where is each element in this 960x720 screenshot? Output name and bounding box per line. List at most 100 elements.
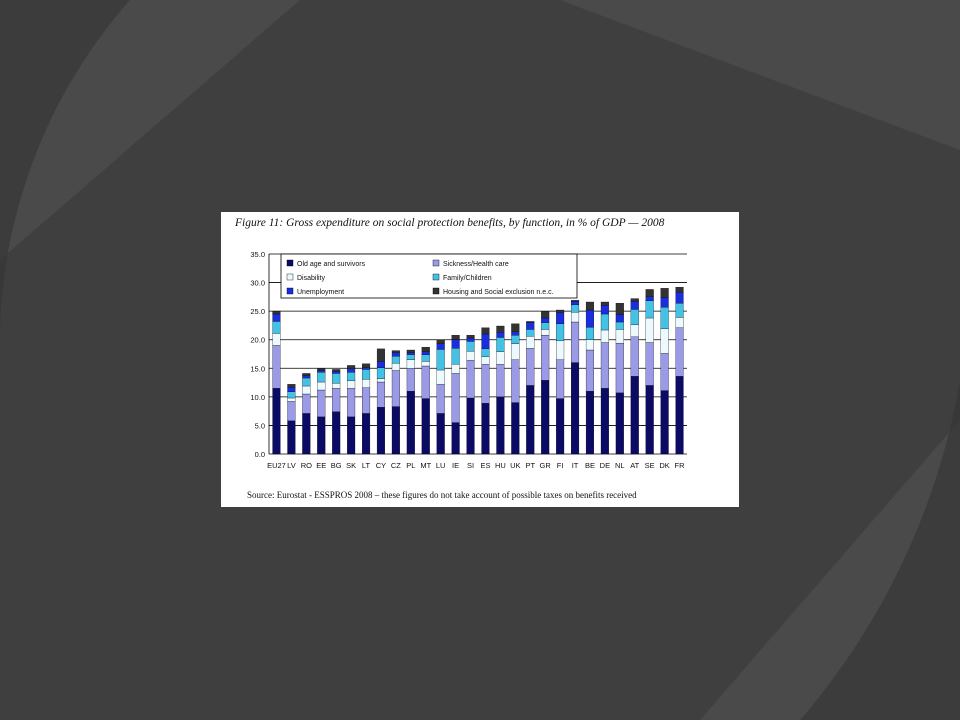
bar-segment (466, 397, 475, 455)
bar-segment (556, 323, 565, 342)
bar-segment (511, 323, 520, 332)
bar-segment (332, 370, 341, 374)
bar-segment (302, 385, 311, 395)
bar-segment (466, 341, 475, 352)
bar-segment (362, 369, 371, 380)
bar-segment (272, 310, 281, 315)
x-tick-label: GR (540, 461, 552, 470)
bar-segment (556, 309, 565, 314)
bar-segment (451, 339, 460, 349)
bar-segment (406, 352, 415, 355)
bar-segment (675, 302, 684, 318)
bar-segment (630, 336, 639, 377)
bar-segment (675, 292, 684, 304)
bar-segment (585, 339, 594, 351)
y-tick-label: 10.0 (250, 393, 265, 402)
y-tick-label: 15.0 (250, 364, 265, 373)
bar-segment (481, 356, 490, 365)
bar-segment (481, 364, 490, 404)
bar-segment (556, 312, 565, 324)
bar-segment (600, 313, 609, 331)
bar-segment (600, 342, 609, 389)
bar-segment (436, 384, 445, 414)
bar-segment (630, 376, 639, 455)
bar-segment (362, 387, 371, 414)
bar-segment (660, 297, 669, 308)
bar-segment (496, 332, 505, 338)
bar-segment (376, 348, 385, 362)
bar-segment (645, 300, 654, 319)
bar-segment (272, 313, 281, 322)
bar-segment (541, 329, 550, 336)
bar-segment (511, 343, 520, 360)
x-tick-label: FR (675, 461, 686, 470)
x-tick-label: LV (287, 461, 296, 470)
legend-label: Housing and Social exclusion n.e.c. (443, 289, 554, 296)
bar-segment (347, 416, 356, 455)
x-tick-label: LT (362, 461, 371, 470)
legend-swatch (432, 287, 440, 295)
bar-segment (600, 305, 609, 315)
bar-segment (481, 327, 490, 335)
legend-label: Sickness/Health care (443, 261, 509, 268)
bar-segment (585, 326, 594, 340)
bar-segment (511, 359, 520, 403)
x-tick-label: FI (557, 461, 564, 470)
x-tick-label: DE (600, 461, 610, 470)
x-tick-label: CZ (391, 461, 401, 470)
bar-segment (571, 301, 580, 306)
bar-segment (317, 368, 326, 371)
bar-segment (272, 333, 281, 346)
bar-segment (526, 329, 535, 337)
bar-segment (406, 359, 415, 369)
bar-segment (287, 386, 296, 392)
legend-swatch (286, 273, 294, 281)
bar-segment (481, 402, 490, 455)
bar-segment (317, 389, 326, 418)
bar-segment (556, 398, 565, 455)
bar-segment (511, 334, 520, 344)
bar-segment (585, 309, 594, 328)
bar-segment (347, 372, 356, 382)
bar-segment (362, 378, 371, 388)
bar-segment (391, 362, 400, 371)
bar-segment (511, 402, 520, 455)
bar-segment (571, 304, 580, 313)
legend-swatch (286, 287, 294, 295)
bar-segment (287, 384, 296, 388)
bar-segment (332, 388, 341, 412)
x-tick-label: SI (467, 461, 474, 470)
bar-segment (526, 348, 535, 386)
bar-segment (615, 392, 624, 455)
x-tick-label: DK (659, 461, 669, 470)
bar-segment (406, 390, 415, 455)
bar-segment (496, 396, 505, 455)
bar-segment (317, 381, 326, 391)
bar-segment (526, 322, 535, 330)
bar-segment (511, 331, 520, 336)
bar-segment (466, 360, 475, 399)
bar-segment (302, 377, 311, 387)
bar-segment (585, 390, 594, 455)
bar-segment (600, 388, 609, 455)
bar-segment (615, 302, 624, 315)
bar-segment (496, 325, 505, 333)
bar-segment (556, 359, 565, 399)
bar-segment (451, 334, 460, 340)
bar-segment (645, 296, 654, 302)
x-tick-label: BE (585, 461, 595, 470)
bar-segment (481, 348, 490, 358)
bar-segment (376, 381, 385, 408)
stacked-bar-chart: 0.0 5.0 10.0 15.0 20.0 25.0 30.0 35.0 EU27 LV RO EE… (250, 250, 687, 470)
bar-segment (421, 351, 430, 355)
y-tick-label: 30.0 (250, 279, 265, 288)
bar-segment (541, 380, 550, 455)
x-tick-label: MT (420, 461, 431, 470)
bar-segment (287, 420, 296, 455)
bar-segment (496, 364, 505, 398)
bar-segment (645, 342, 654, 386)
bar-segment (376, 367, 385, 379)
y-tick-label: 5.0 (255, 421, 265, 430)
legend-label: Old age and survivors (297, 261, 366, 268)
bar-segment (421, 365, 430, 399)
